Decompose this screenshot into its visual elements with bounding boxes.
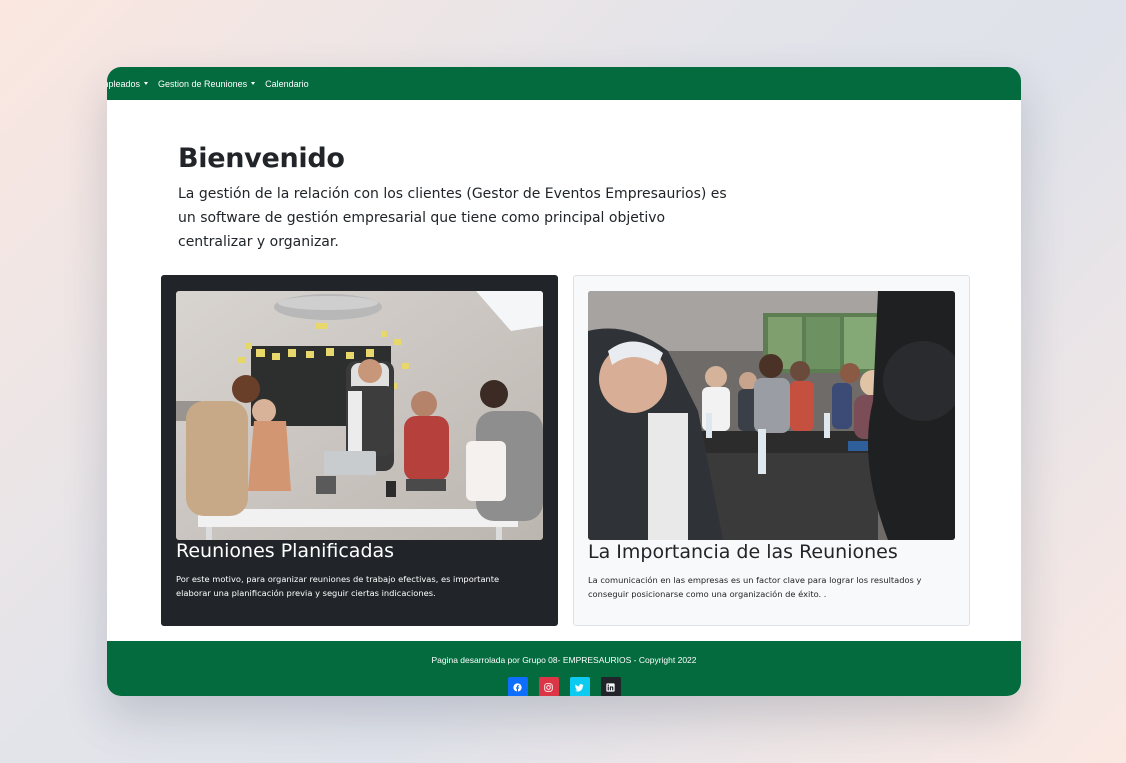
card-image-conference [588,291,955,540]
card-line: elaborar una planificación previa y segu… [176,588,436,598]
nav-item-gestion-reuniones[interactable]: Gestion de Reuniones [158,78,256,89]
card-line: conseguir posicionarse como una organiza… [588,589,827,599]
instagram-icon [544,682,553,692]
nav-item-empleados[interactable]: mpleados [107,78,149,89]
card-description: Por este motivo, para organizar reunione… [176,572,543,600]
team-meeting-photo [176,291,543,540]
twitter-button[interactable] [569,677,590,696]
footer: Pagina desarrolada por Grupo 08- EMPRESA… [107,641,1021,696]
copyright-text: Pagina desarrolada por Grupo 08- EMPRESA… [431,655,697,665]
nav-items: mpleados Gestion de Reuniones Calendario [107,67,319,100]
card-description: La comunicación en las empresas es un fa… [588,573,955,601]
facebook-icon [513,682,522,692]
card-title: La Importancia de las Reuniones [588,541,898,563]
social-links [107,677,1021,696]
card-reuniones-planificadas: Reuniones Planificadas Por este motivo, … [161,275,558,626]
conference-photo [588,291,955,540]
linkedin-icon [606,682,615,692]
nav-item-label: Calendario [265,78,309,89]
hero-description: La gestión de la relación con los client… [178,182,738,254]
caret-down-icon [144,82,149,85]
card-image-team-meeting [176,291,543,540]
instagram-button[interactable] [538,677,559,696]
nav-item-label: mpleados [107,78,141,89]
hero-line: La gestión de la relación con los client… [178,186,727,202]
nav-item-calendario[interactable]: Calendario [265,79,309,89]
page-title: Bienvenido [178,143,345,174]
card-title: Reuniones Planificadas [176,540,395,562]
browser-window: mpleados Gestion de Reuniones Calendario… [107,67,1021,696]
card-importancia-reuniones: La Importancia de las Reuniones La comun… [573,275,970,626]
linkedin-button[interactable] [600,677,621,696]
card-line: Por este motivo, para organizar reunione… [176,574,500,584]
navbar: mpleados Gestion de Reuniones Calendario [107,67,1021,100]
hero-line: un software de gestión empresarial que t… [178,210,666,226]
card-line: La comunicación en las empresas es un fa… [588,575,922,585]
facebook-button[interactable] [507,677,528,696]
twitter-icon [575,683,584,691]
nav-item-label: Gestion de Reuniones [158,78,248,89]
hero-section: Bienvenido La gestión de la relación con… [178,142,738,254]
caret-down-icon [251,82,256,85]
hero-line: centralizar y organizar. [178,234,339,250]
